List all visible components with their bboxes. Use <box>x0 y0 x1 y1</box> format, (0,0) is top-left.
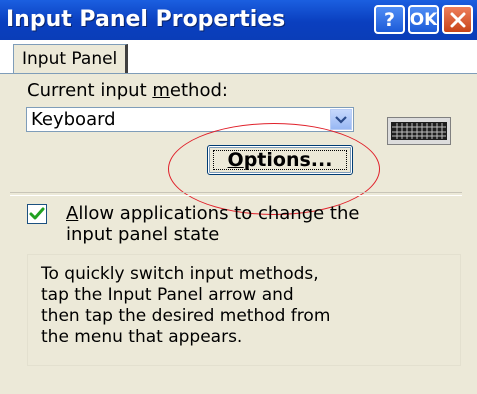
tab-divider <box>0 73 477 74</box>
info-text: To quickly switch input methods, tap the… <box>41 264 451 348</box>
info-box: To quickly switch input methods, tap the… <box>27 254 461 366</box>
info-line: To quickly switch input methods, <box>41 264 319 284</box>
info-line: tap the Input Panel arrow and <box>41 285 294 305</box>
chevron-down-icon <box>335 115 347 124</box>
info-line: then tap the desired method from <box>41 306 331 326</box>
ok-button[interactable]: OK <box>408 5 439 34</box>
highlight-ellipse <box>168 123 380 215</box>
title-bar: Input Panel Properties ? OK <box>0 0 477 40</box>
window-title: Input Panel Properties <box>6 7 286 32</box>
allow-apps-label-line2[interactable]: input panel state <box>66 224 219 246</box>
allow-apps-checkbox[interactable] <box>27 204 47 224</box>
close-icon <box>450 12 465 27</box>
allow-apps-label[interactable]: Allow applications to change the <box>66 203 359 225</box>
input-method-value: Keyboard <box>31 109 116 130</box>
dropdown-arrow-button[interactable] <box>330 109 352 130</box>
divider <box>10 192 462 196</box>
info-line: the menu that appears. <box>41 327 243 347</box>
close-button[interactable] <box>442 5 473 34</box>
checkmark-icon <box>29 207 45 220</box>
help-button[interactable]: ? <box>374 5 405 34</box>
tab-input-panel[interactable]: Input Panel <box>13 44 129 73</box>
input-method-label: Current input method: <box>27 80 228 101</box>
keyboard-icon <box>387 117 451 145</box>
dialog-window: Input Panel Properties ? OK Input Panel … <box>0 0 477 394</box>
